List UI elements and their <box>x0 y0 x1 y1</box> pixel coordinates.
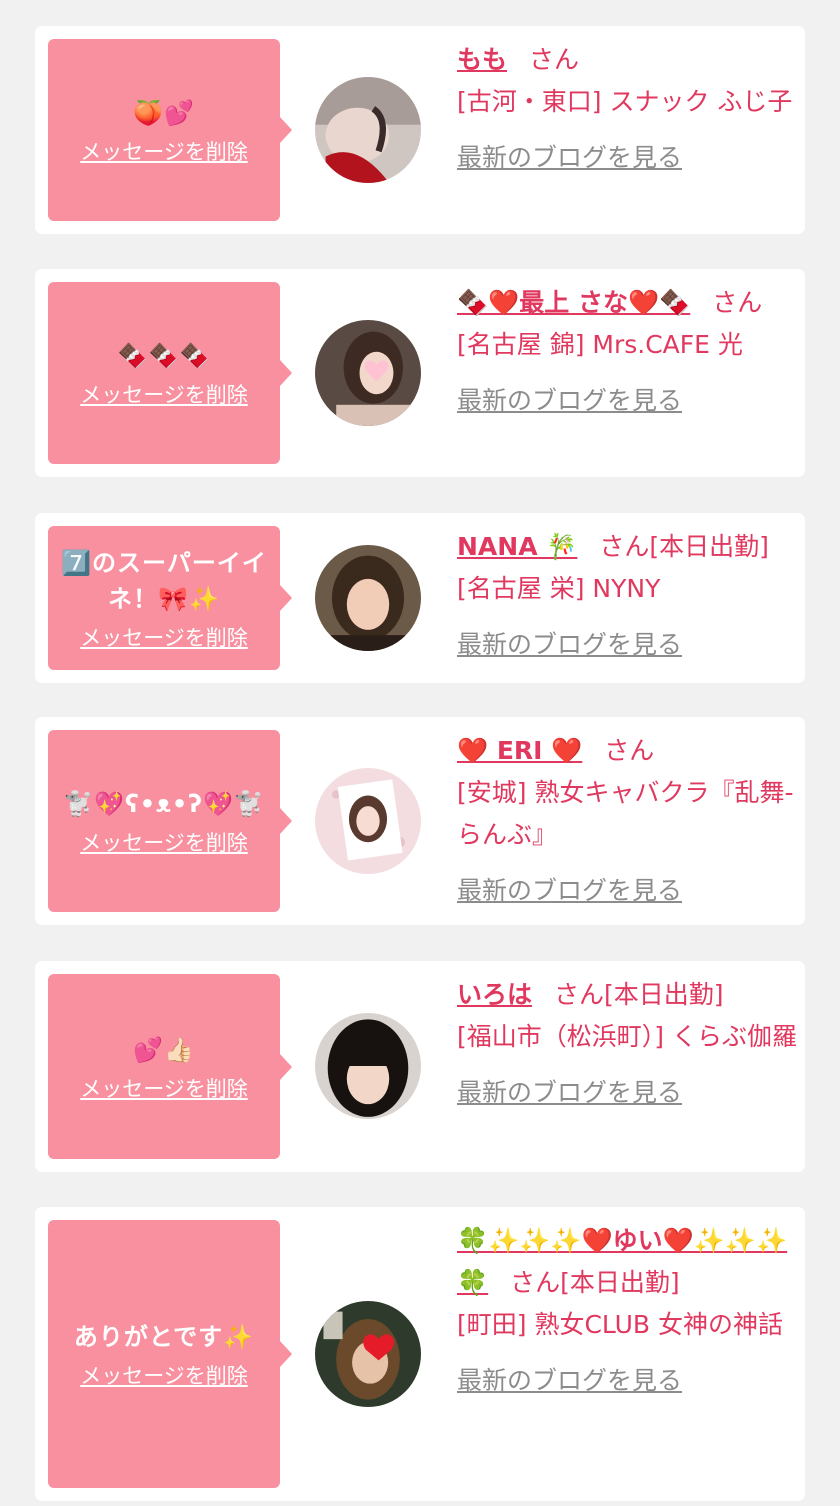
avatar-photo <box>315 545 421 651</box>
status-label: [本日出勤] <box>560 1268 680 1297</box>
avatar-photo <box>315 1301 421 1407</box>
sender-info: いろは さん[本日出勤] [福山市（松浜町）] くらぶ伽羅 最新のブログを見る <box>457 974 797 1114</box>
avatar[interactable] <box>315 320 421 426</box>
message-bubble: 🍑💕 メッセージを削除 <box>48 39 292 221</box>
shop-name: [名古屋 錦] Mrs.CAFE 光 <box>457 330 743 359</box>
latest-blog-link[interactable]: 最新のブログを見る <box>457 137 682 179</box>
sender-name-link[interactable]: 🍫❤️最上 さな❤️🍫 <box>457 288 690 317</box>
message-card: 🐩💖ʕ•ᴥ•ʔ💖🐩 メッセージを削除 ❤️ ERI ❤️ さん [安城] 熟女キャ… <box>35 717 805 925</box>
delete-message-link[interactable]: メッセージを削除 <box>80 139 248 165</box>
status-label: [本日出勤] <box>649 532 769 561</box>
sender-info: 🍀✨✨✨❤️ゆい❤️✨✨✨🍀 さん[本日出勤] [町田] 熟女CLUB 女神の神話… <box>457 1220 797 1402</box>
message-bubble: ありがとです✨ メッセージを削除 <box>48 1220 292 1488</box>
latest-blog-link[interactable]: 最新のブログを見る <box>457 380 682 422</box>
message-card: ありがとです✨ メッセージを削除 🍀✨✨✨❤️ゆい❤️✨✨✨🍀 さん[本日出勤] … <box>35 1207 805 1501</box>
avatar[interactable] <box>315 768 421 874</box>
honorific: さん <box>554 980 605 1009</box>
message-text: 7️⃣のスーパーイイネ！🎀✨ <box>61 549 267 613</box>
honorific: さん <box>510 1268 561 1297</box>
honorific: さん <box>529 45 580 74</box>
avatar[interactable] <box>315 1301 421 1407</box>
sender-name-link[interactable]: もも <box>457 45 507 74</box>
message-text: 💕👍🏻 <box>133 1035 195 1064</box>
honorific: さん <box>599 532 650 561</box>
message-card: 7️⃣のスーパーイイネ！🎀✨ メッセージを削除 NANA 🎋 さん[本日出勤] [… <box>35 513 805 683</box>
message-text: ありがとです✨ <box>73 1323 255 1351</box>
message-text: 🐩💖ʕ•ᴥ•ʔ💖🐩 <box>63 790 265 818</box>
avatar[interactable] <box>315 1013 421 1119</box>
message-bubble: 🍫🍫🍫 メッセージを削除 <box>48 282 292 464</box>
sender-info: ❤️ ERI ❤️ さん [安城] 熟女キャバクラ『乱舞-らんぶ』 最新のブログを… <box>457 730 797 912</box>
avatar-photo <box>315 77 421 183</box>
shop-name: [名古屋 栄] NYNY <box>457 574 661 603</box>
latest-blog-link[interactable]: 最新のブログを見る <box>457 1360 682 1402</box>
honorific: さん <box>712 288 763 317</box>
avatar-photo <box>315 768 421 874</box>
shop-name: [町田] 熟女CLUB 女神の神話 <box>457 1310 783 1339</box>
message-card: 🍑💕 メッセージを削除 もも さん [古河・東口] スナック ふじ子 最新のブログ… <box>35 26 805 234</box>
delete-message-link[interactable]: メッセージを削除 <box>80 1363 248 1389</box>
message-text: 🍑💕 <box>133 99 195 127</box>
message-bubble: 💕👍🏻 メッセージを削除 <box>48 974 292 1159</box>
delete-message-link[interactable]: メッセージを削除 <box>80 382 248 408</box>
avatar[interactable] <box>315 545 421 651</box>
delete-message-link[interactable]: メッセージを削除 <box>80 625 248 651</box>
sender-info: 🍫❤️最上 さな❤️🍫 さん [名古屋 錦] Mrs.CAFE 光 最新のブログを… <box>457 282 797 422</box>
sender-name-link[interactable]: NANA 🎋 <box>457 532 577 561</box>
sender-info: もも さん [古河・東口] スナック ふじ子 最新のブログを見る <box>457 39 797 179</box>
message-card: 🍫🍫🍫 メッセージを削除 🍫❤️最上 さな❤️🍫 さん [名古屋 錦] Mrs.C… <box>35 269 805 477</box>
delete-message-link[interactable]: メッセージを削除 <box>80 830 248 856</box>
shop-name: [福山市（松浜町）] くらぶ伽羅 <box>457 1022 797 1051</box>
message-bubble: 🐩💖ʕ•ᴥ•ʔ💖🐩 メッセージを削除 <box>48 730 292 912</box>
status-label: [本日出勤] <box>604 980 724 1009</box>
honorific: さん <box>604 736 655 765</box>
latest-blog-link[interactable]: 最新のブログを見る <box>457 1072 682 1114</box>
avatar[interactable] <box>315 77 421 183</box>
latest-blog-link[interactable]: 最新のブログを見る <box>457 870 682 912</box>
avatar-photo <box>315 1013 421 1119</box>
latest-blog-link[interactable]: 最新のブログを見る <box>457 624 682 666</box>
shop-name: [古河・東口] スナック ふじ子 <box>457 87 793 116</box>
message-text: 🍫🍫🍫 <box>117 342 211 370</box>
message-bubble: 7️⃣のスーパーイイネ！🎀✨ メッセージを削除 <box>48 526 292 670</box>
sender-name-link[interactable]: ❤️ ERI ❤️ <box>457 736 582 765</box>
delete-message-link[interactable]: メッセージを削除 <box>80 1076 248 1102</box>
avatar-photo <box>315 320 421 426</box>
sender-name-link[interactable]: いろは <box>457 980 532 1009</box>
shop-name: [安城] 熟女キャバクラ『乱舞-らんぶ』 <box>457 778 794 849</box>
message-card: 💕👍🏻 メッセージを削除 いろは さん[本日出勤] [福山市（松浜町）] くらぶ伽… <box>35 961 805 1172</box>
sender-info: NANA 🎋 さん[本日出勤] [名古屋 栄] NYNY 最新のブログを見る <box>457 526 797 666</box>
